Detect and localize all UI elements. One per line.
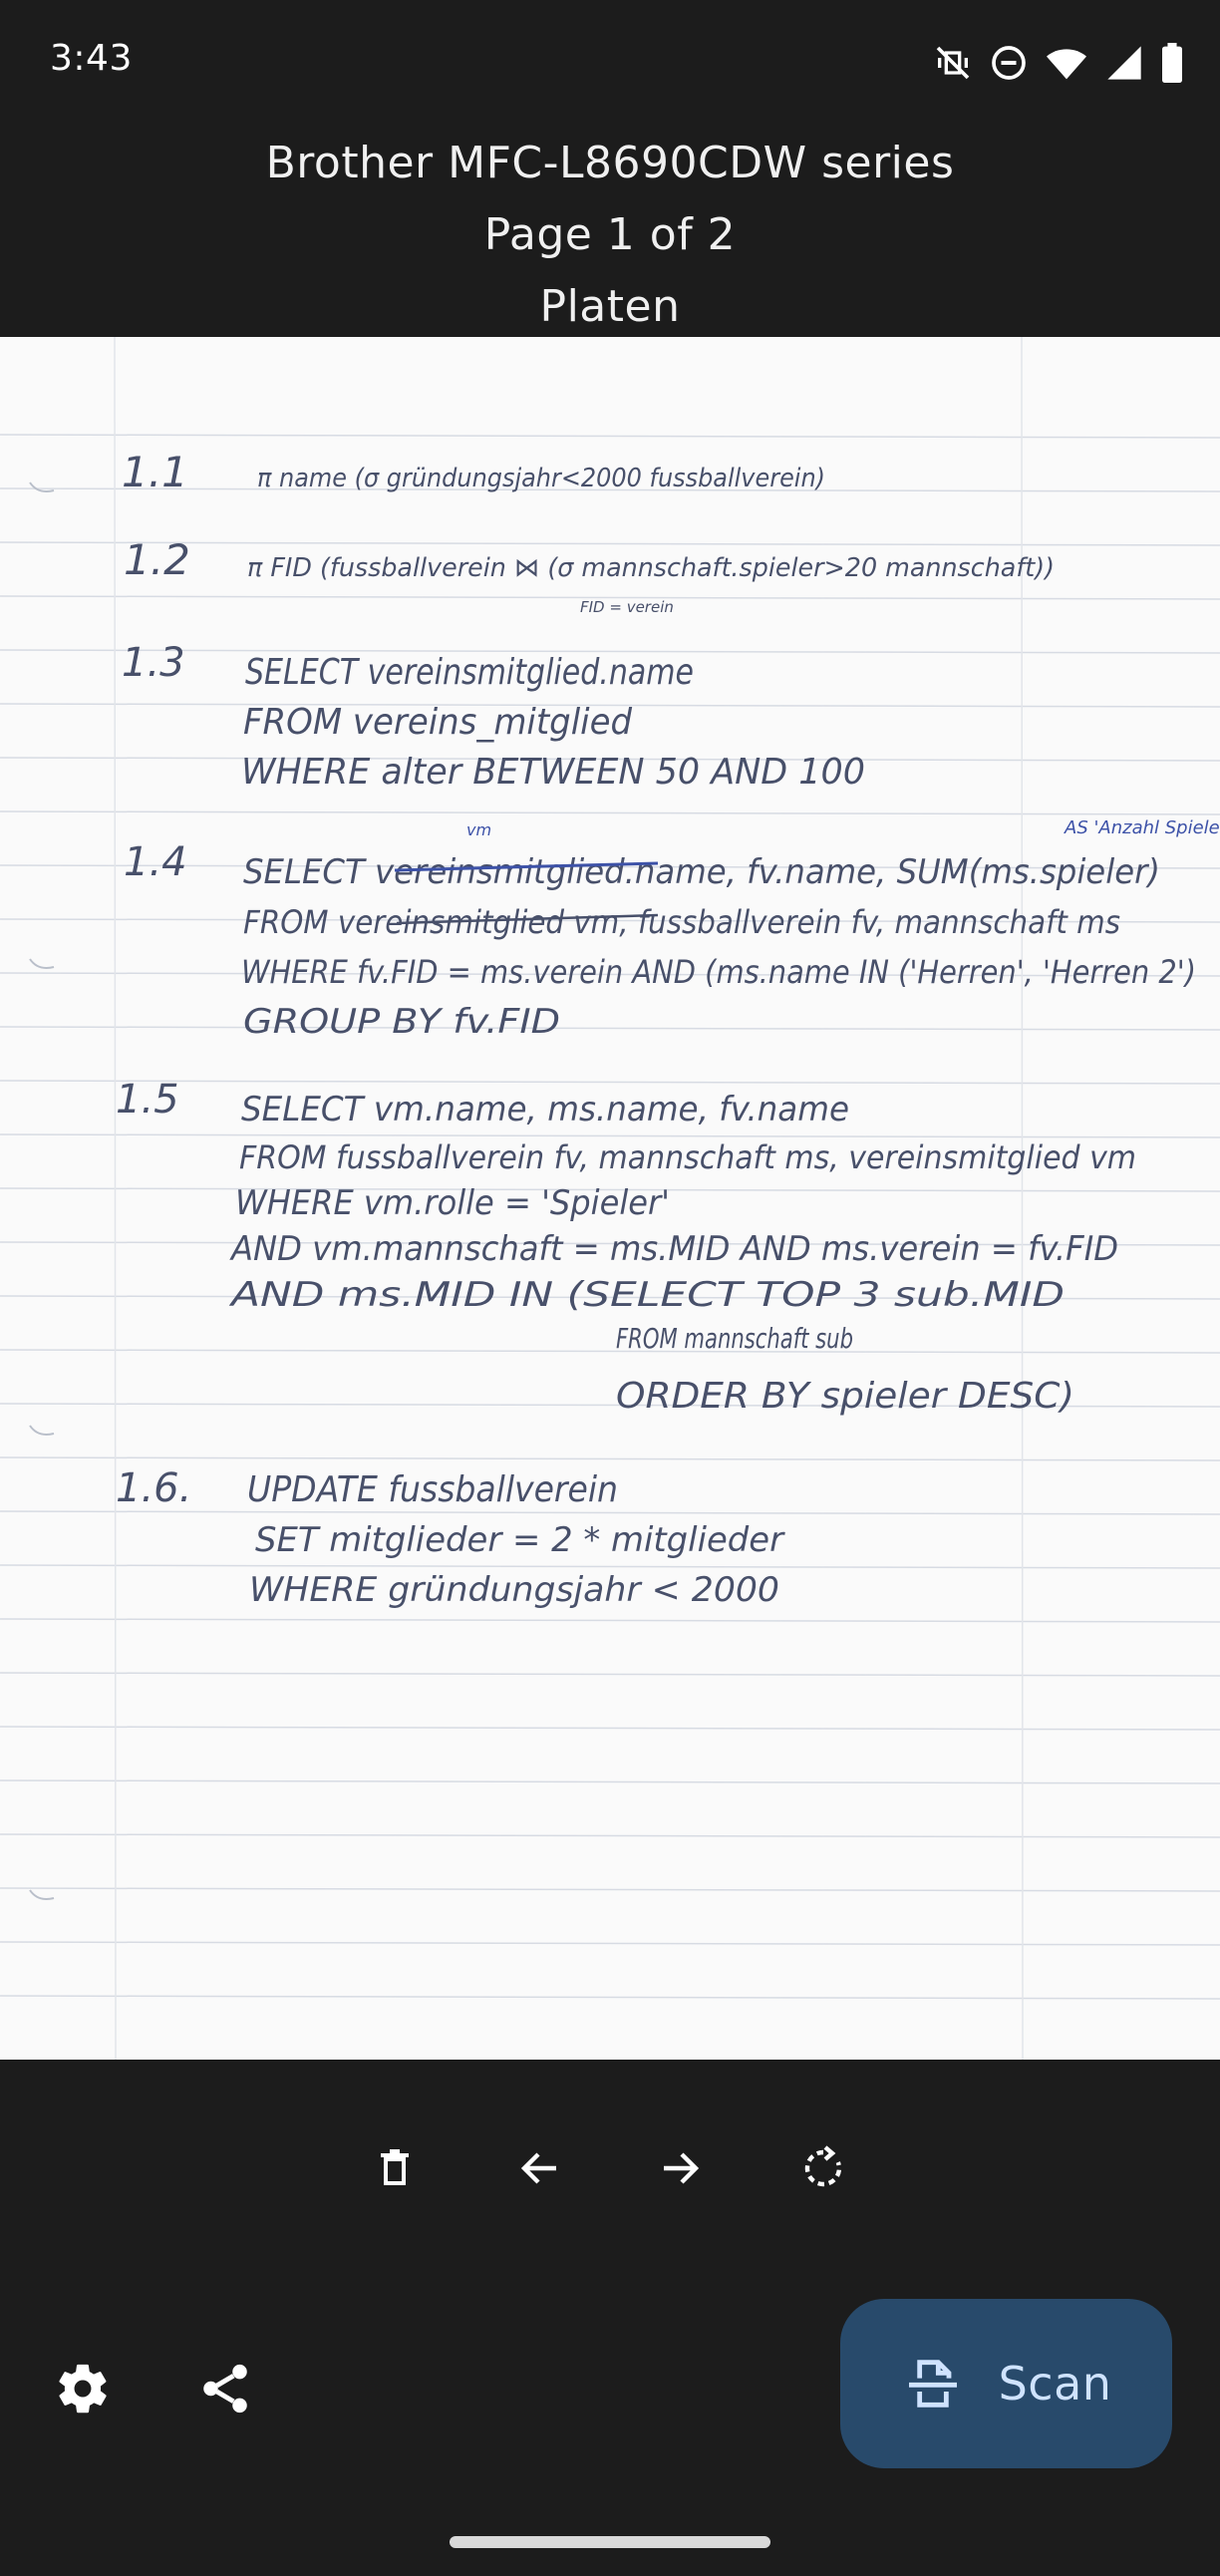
page-indicator: Page 1 of 2 <box>483 209 737 260</box>
hw-note-1-4-top: vm <box>466 820 491 839</box>
hw-label-1-1: 1.1 <box>122 448 188 496</box>
cellular-signal-icon <box>1104 43 1144 83</box>
hw-line-1-4-b: FROM vereinsmitglied vm, fussballverein … <box>243 903 1120 941</box>
hw-line-1-3-a: SELECT vereinsmitglied.name <box>245 652 694 693</box>
share-button[interactable] <box>185 2349 265 2428</box>
hw-line-1-5-f: FROM mannschaft sub <box>616 1322 853 1355</box>
hw-line-1-4-d: GROUP BY fv.FID <box>243 1002 560 1042</box>
hw-line-1-4-a: SELECT vereinsmitglied.name, fv.name, SU… <box>243 852 1160 892</box>
status-bar: 3:43 <box>0 0 1220 120</box>
scanned-page-preview: 1.1 π name (σ gründungsjahr<2000 fussbal… <box>0 337 1220 2060</box>
hw-label-1-2: 1.2 <box>124 535 190 584</box>
arrow-right-icon <box>664 2152 700 2184</box>
hw-line-1-3-b: FROM vereins_mitglied <box>243 702 633 743</box>
scan-info-header: Brother MFC-L8690CDW series Page 1 of 2 … <box>0 128 1220 343</box>
hw-line-1-5-b: FROM fussballverein fv, mannschaft ms, v… <box>239 1138 1136 1176</box>
hw-label-1-6: 1.6. <box>116 1465 191 1511</box>
hw-label-1-3: 1.3 <box>122 640 185 686</box>
arrow-left-icon <box>520 2152 556 2184</box>
delete-page-button[interactable] <box>355 2128 435 2208</box>
page-toolbar <box>0 2128 1220 2208</box>
hw-line-1-6-b: SET mitglieder = 2 * mitglieder <box>255 1520 785 1560</box>
scan-source: Platen <box>539 281 681 332</box>
next-page-button[interactable] <box>640 2128 720 2208</box>
hw-line-1-6-a: UPDATE fussballverein <box>247 1469 618 1510</box>
home-indicator[interactable] <box>450 2536 770 2548</box>
hw-line-1-5-c: WHERE vm.rolle = 'Spieler' <box>235 1183 670 1223</box>
status-time: 3:43 <box>50 38 133 79</box>
hw-line-1-6-c: WHERE gründungsjahr < 2000 <box>249 1570 779 1610</box>
scan-preview-screen: 3:43 Brother MFC-L8690CDW series Page 1 … <box>0 0 1220 2576</box>
hw-label-1-5: 1.5 <box>116 1077 179 1123</box>
hw-line-1-2: π FID (fussballverein ⋈ (σ mannschaft.sp… <box>247 553 1055 583</box>
rotate-icon <box>804 2145 842 2187</box>
hw-line-1-3-c: WHERE alter BETWEEN 50 AND 100 <box>241 752 865 793</box>
wifi-icon <box>1045 43 1088 83</box>
hw-line-1-1: π name (σ gründungsjahr<2000 fussballver… <box>257 464 825 493</box>
trash-icon <box>381 2149 409 2185</box>
hw-line-1-5-d: AND vm.mannschaft = ms.MID AND ms.verein… <box>229 1229 1118 1269</box>
hw-line-1-4-c: WHERE fv.FID = ms.verein AND (ms.name IN… <box>241 953 1196 991</box>
scan-button-label: Scan <box>998 2357 1112 2411</box>
status-icons <box>933 40 1184 86</box>
scanned-page-image: 1.1 π name (σ gründungsjahr<2000 fussbal… <box>0 337 1220 2060</box>
hw-line-1-5-a: SELECT vm.name, ms.name, fv.name <box>241 1090 849 1129</box>
right-margin-line <box>1021 337 1024 2060</box>
hw-line-1-2-subscript: FID = verein <box>580 598 674 616</box>
battery-icon <box>1160 43 1184 83</box>
hw-line-1-5-e: AND ms.MID IN (SELECT TOP 3 sub.MID <box>229 1275 1065 1315</box>
punch-hole-marks <box>29 482 55 1900</box>
scan-document-icon <box>908 2360 957 2408</box>
device-name: Brother MFC-L8690CDW series <box>265 138 955 188</box>
share-icon <box>203 2364 247 2414</box>
gear-icon <box>59 2364 107 2414</box>
hw-note-1-4: AS 'Anzahl Spieler' <box>1064 817 1220 838</box>
hw-line-1-5-g: ORDER BY spieler DESC) <box>616 1376 1074 1417</box>
left-margin-line <box>114 337 117 2060</box>
settings-button[interactable] <box>43 2349 123 2428</box>
rotate-page-button[interactable] <box>783 2128 863 2208</box>
previous-page-button[interactable] <box>500 2128 580 2208</box>
hw-label-1-4: 1.4 <box>124 839 187 885</box>
vibrate-off-icon <box>933 43 973 83</box>
scan-button[interactable]: Scan <box>840 2299 1172 2468</box>
do-not-disturb-icon <box>989 43 1029 83</box>
